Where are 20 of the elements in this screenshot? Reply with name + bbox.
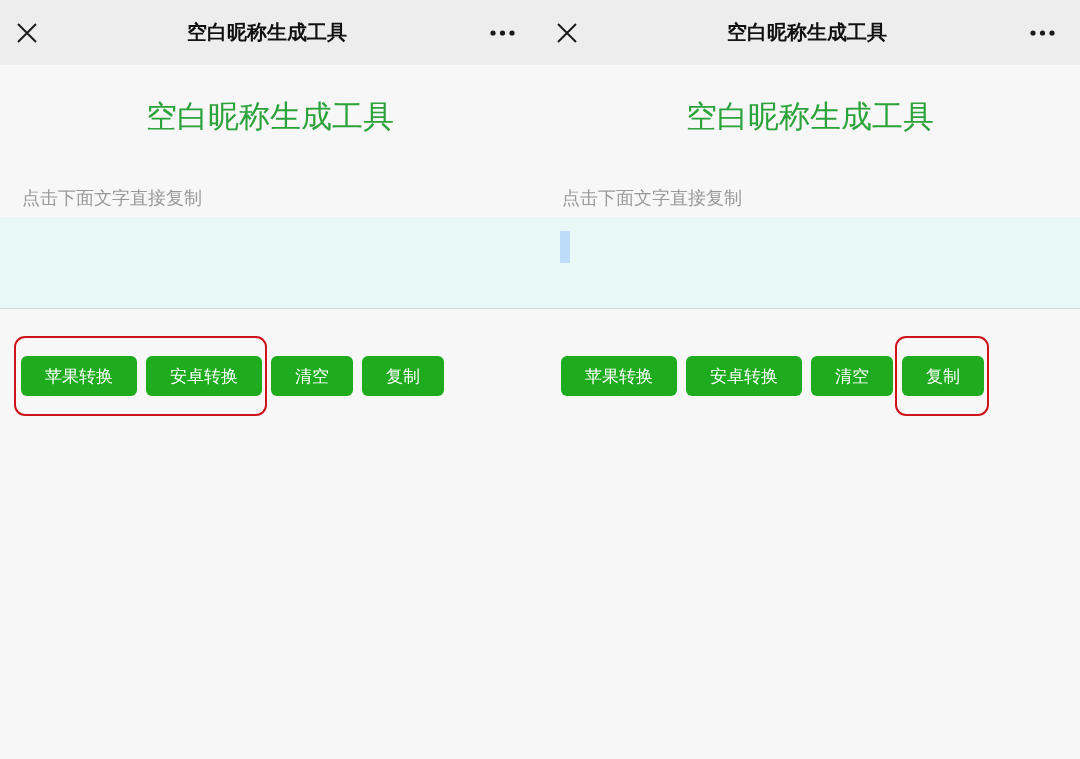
action-button[interactable]: 苹果转换 xyxy=(561,356,677,396)
close-icon[interactable] xyxy=(557,22,577,43)
action-button[interactable]: 安卓转换 xyxy=(146,356,262,396)
nav-title: 空白昵称生成工具 xyxy=(185,19,348,46)
page-heading: 空白昵称生成工具 xyxy=(145,97,395,136)
action-button[interactable]: 复制 xyxy=(362,356,444,396)
close-icon[interactable] xyxy=(17,22,37,43)
page-heading: 空白昵称生成工具 xyxy=(685,97,935,136)
output-field[interactable] xyxy=(540,217,1080,309)
action-button[interactable]: 清空 xyxy=(811,356,893,396)
action-button[interactable]: 苹果转换 xyxy=(21,356,137,396)
output-field[interactable] xyxy=(0,217,540,309)
instruction-text: 点击下面文字直接复制 xyxy=(562,187,743,209)
more-icon[interactable] xyxy=(1030,29,1055,36)
more-icon[interactable] xyxy=(490,29,515,36)
action-button[interactable]: 清空 xyxy=(271,356,353,396)
nav-title: 空白昵称生成工具 xyxy=(725,19,888,46)
action-button[interactable]: 安卓转换 xyxy=(686,356,802,396)
instruction-text: 点击下面文字直接复制 xyxy=(22,187,203,209)
action-button[interactable]: 复制 xyxy=(902,356,984,396)
